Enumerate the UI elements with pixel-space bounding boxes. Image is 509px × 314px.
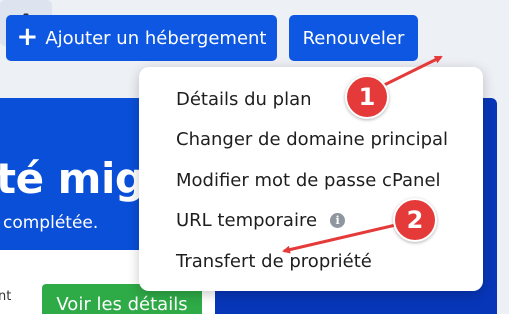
banner-subtitle: complétée. bbox=[3, 213, 99, 233]
settings-dropdown-menu: Détails du plan Changer de domaine princ… bbox=[139, 67, 483, 291]
plus-icon: + bbox=[16, 22, 39, 52]
info-icon[interactable]: i bbox=[330, 213, 346, 228]
menu-item-change-domain[interactable]: Changer de domaine principal bbox=[176, 129, 448, 150]
menu-item-plan-details[interactable]: Détails du plan bbox=[176, 89, 312, 110]
menu-item-label: Modifier mot de passe cPanel bbox=[176, 170, 441, 191]
renew-button[interactable]: Renouveler bbox=[289, 15, 418, 61]
menu-item-label: URL temporaire bbox=[176, 210, 318, 231]
menu-item-cpanel-password[interactable]: Modifier mot de passe cPanel bbox=[176, 170, 441, 191]
add-hosting-button[interactable]: + Ajouter un hébergement bbox=[6, 15, 277, 61]
lower-cut-text: nt bbox=[0, 289, 12, 304]
menu-item-label: Changer de domaine principal bbox=[176, 129, 449, 150]
annotation-badge-1: 1 bbox=[345, 75, 389, 119]
add-hosting-label: Ajouter un hébergement bbox=[45, 27, 267, 49]
menu-item-temporary-url[interactable]: URL temporaire i bbox=[176, 210, 346, 231]
menu-item-ownership-transfer[interactable]: Transfert de propriété bbox=[176, 251, 372, 272]
renew-label: Renouveler bbox=[302, 27, 405, 49]
annotation-badge-2: 2 bbox=[393, 198, 437, 242]
menu-item-label: Détails du plan bbox=[176, 89, 312, 110]
menu-item-label: Transfert de propriété bbox=[176, 251, 372, 272]
